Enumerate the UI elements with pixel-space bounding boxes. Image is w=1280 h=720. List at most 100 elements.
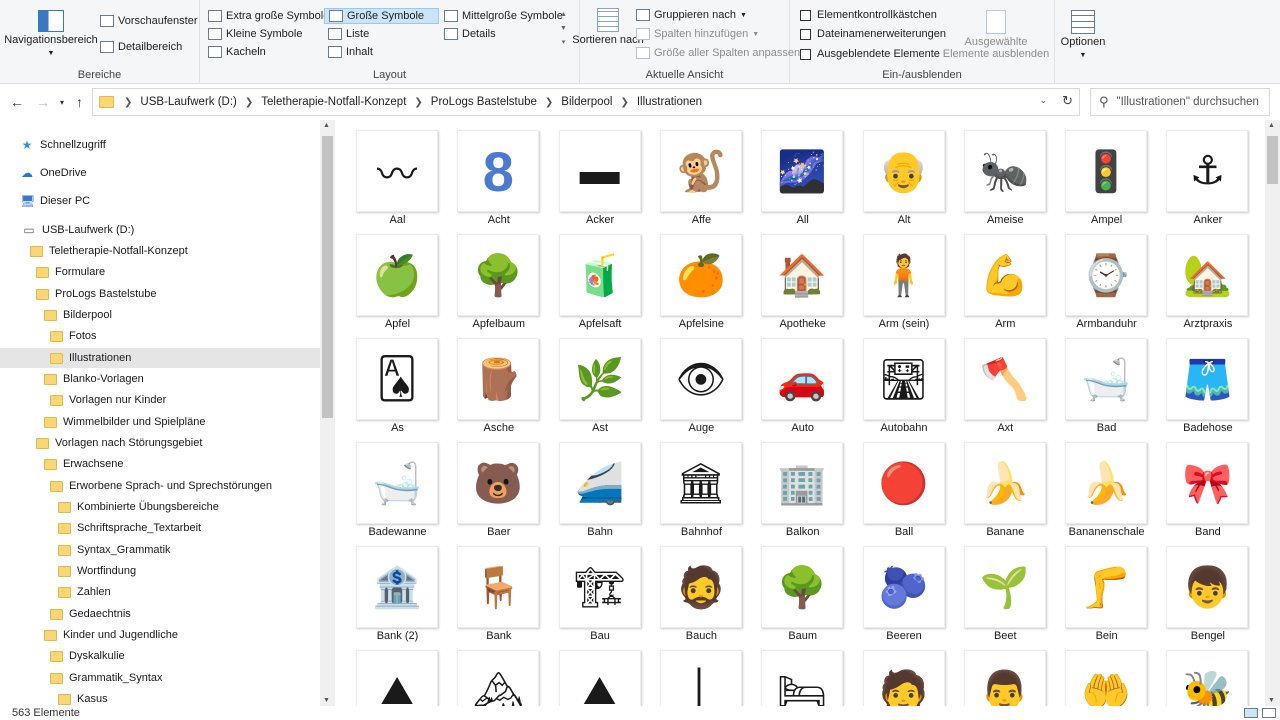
chevron-right-icon[interactable]: ❯ (616, 97, 632, 108)
sort-by-button[interactable]: Sortieren nach (572, 8, 644, 46)
tree-item[interactable]: Dyskalkulie (0, 646, 320, 666)
tree-item[interactable]: Teletherapie-Notfall-Konzept (0, 241, 320, 261)
tree-item[interactable]: Vorlagen nur Kinder (0, 390, 320, 410)
file-tile[interactable]: 🏗 Bau (539, 536, 641, 642)
file-tile[interactable]: 👁 Auge (640, 328, 742, 434)
file-tile[interactable]: 🧔 Bauch (640, 536, 742, 642)
breadcrumb-teletherapie[interactable]: Teletherapie-Notfall-Konzept (257, 96, 410, 108)
file-tile[interactable]: 🏔 (437, 640, 540, 706)
file-tile[interactable]: 👨 (944, 640, 1046, 706)
tree-item[interactable]: Syntax_Grammatik (0, 540, 320, 560)
tree-item[interactable]: ★ Schnellzugriff (0, 135, 320, 155)
file-tile[interactable]: 🛁 Badewanne (336, 432, 438, 538)
hide-selected-button[interactable]: Ausgewählte Elemente ausblenden (942, 10, 1050, 60)
file-tile[interactable]: 8 Acht (437, 120, 540, 226)
file-tile[interactable]: 🍌 Banane (944, 432, 1046, 538)
file-tile[interactable]: 🚄 Bahn (539, 432, 641, 538)
scrollbar-thumb[interactable] (1267, 136, 1278, 184)
file-tile[interactable]: 🦵 Bein (1045, 536, 1148, 642)
file-tile[interactable]: 🌱 Beet (944, 536, 1046, 642)
file-tile[interactable]: 🏢 Balkon (741, 432, 844, 538)
chevron-right-icon[interactable]: ❯ (541, 97, 557, 108)
file-tile[interactable]: 🪑 Bank (437, 536, 540, 642)
file-tile[interactable]: 🏡 Arztpraxis (1146, 224, 1249, 330)
tree-scrollbar[interactable]: ▲ ▼ (320, 120, 335, 706)
file-tile[interactable]: 🛣 Autobahn (843, 328, 945, 434)
file-tile[interactable]: 🧑 (843, 640, 945, 706)
up-icon[interactable]: ↑ (76, 94, 83, 110)
layout-details-button[interactable]: Details (444, 28, 496, 40)
tree-item[interactable]: Vorlagen nach Störungsgebiet (0, 433, 320, 453)
file-tile[interactable]: 🏦 Bank (2) (336, 536, 438, 642)
scroll-up-icon[interactable]: ▲ (1268, 122, 1275, 129)
file-tile[interactable]: 🎀 Band (1146, 432, 1249, 538)
back-icon[interactable]: ← (10, 94, 24, 110)
tree-item[interactable]: Bilderpool (0, 305, 320, 325)
file-tile[interactable]: ⛰ (336, 640, 438, 706)
scroll-down-icon[interactable]: ▼ (323, 697, 330, 704)
scroll-down-icon[interactable]: ▼ (1268, 697, 1275, 704)
scrollbar-thumb[interactable] (322, 136, 333, 418)
file-tile[interactable]: 👴 Alt (843, 120, 945, 226)
file-tile[interactable]: 🌳 Apfelbaum (437, 224, 540, 330)
tree-item[interactable]: ☁ OneDrive (0, 163, 320, 183)
address-box[interactable]: ❯ USB-Laufwerk (D:) ❯ Teletherapie-Notfa… (92, 88, 1080, 116)
file-tile[interactable]: ⌚ Armbanduhr (1045, 224, 1148, 330)
layout-medium-button[interactable]: Mittelgroße Symbole (444, 10, 563, 22)
tree-item[interactable]: 🖥 Dieser PC (0, 191, 320, 211)
large-icons-view-icon[interactable] (1262, 708, 1276, 718)
layout-large-button[interactable]: Große Symbole (324, 8, 439, 24)
file-tile[interactable]: 🍏 Apfel (336, 224, 438, 330)
recent-chevron-icon[interactable]: ▾ (60, 98, 64, 107)
refresh-icon[interactable]: ↻ (1062, 93, 1073, 109)
breadcrumb-illustrationen[interactable]: Illustrationen (633, 96, 706, 108)
file-tile[interactable]: 🌿 Ast (539, 328, 641, 434)
file-tile[interactable]: │ (640, 640, 742, 706)
file-tile[interactable]: 🏛 Bahnhof (640, 432, 742, 538)
file-tile[interactable]: 🌌 All (741, 120, 844, 226)
file-tile[interactable]: 🏠 Apotheke (741, 224, 844, 330)
tree-item[interactable]: Gedaechtnis (0, 604, 320, 624)
tree-item[interactable]: Wimmelbilder und Spielpläne (0, 412, 320, 432)
file-tile[interactable]: 🪓 Axt (944, 328, 1046, 434)
search-input[interactable]: ⚲ "Illustrationen" durchsuchen (1090, 88, 1270, 116)
tree-item[interactable]: Kinder und Jugendliche (0, 625, 320, 645)
breadcrumb-prologs[interactable]: ProLogs Bastelstube (427, 96, 541, 108)
file-tile[interactable]: 🩳 Badehose (1146, 328, 1249, 434)
hidden-items-toggle[interactable]: Ausgeblendete Elemente (800, 48, 940, 60)
file-tile[interactable]: 🚦 Ampel (1045, 120, 1148, 226)
file-tile[interactable]: 🧃 Apfelsaft (539, 224, 641, 330)
file-tile[interactable]: 🛏 (741, 640, 844, 706)
layout-list-button[interactable]: Liste (328, 28, 369, 40)
file-tile[interactable]: 🚗 Auto (741, 328, 844, 434)
file-tile[interactable]: 〰 Aal (336, 120, 438, 226)
file-tile[interactable]: 💪 Arm (944, 224, 1046, 330)
layout-tiles-button[interactable]: Kacheln (208, 46, 266, 58)
file-tile[interactable]: 🐝 (1146, 640, 1249, 706)
scroll-up-icon[interactable]: ▲ (323, 122, 330, 129)
tree-item[interactable]: ▭ USB-Laufwerk (D:) (0, 220, 320, 240)
tree-item[interactable]: ProLogs Bastelstube (0, 284, 320, 304)
tree-item[interactable]: Erworbene Sprach- und Sprechstörungen (0, 476, 320, 496)
tree-item[interactable]: Blanko-Vorlagen (0, 369, 320, 389)
chevron-down-icon[interactable]: ⌄ (1039, 95, 1047, 106)
details-view-icon[interactable] (1244, 708, 1258, 718)
tree-item[interactable]: Formulare (0, 262, 320, 282)
breadcrumb-drive[interactable]: USB-Laufwerk (D:) (136, 96, 241, 108)
file-tile[interactable]: 🤲 (1045, 640, 1148, 706)
tree-item[interactable]: Schriftsprache_Textarbeit (0, 518, 320, 538)
file-extensions-toggle[interactable]: Dateinamenerweiterungen (800, 28, 946, 40)
file-tile[interactable]: 🐻 Baer (437, 432, 540, 538)
chevron-right-icon[interactable]: ❯ (410, 97, 426, 108)
file-tile[interactable]: ⚓ Anker (1146, 120, 1249, 226)
file-tile[interactable]: 🂡 As (336, 328, 438, 434)
content-scrollbar[interactable]: ▲ ▼ (1265, 120, 1280, 706)
tree-item[interactable]: Kasus (0, 689, 320, 706)
tree-item[interactable]: Illustrationen (0, 348, 320, 368)
file-tile[interactable]: 🍊 Apfelsine (640, 224, 742, 330)
file-tile[interactable]: 🐒 Affe (640, 120, 742, 226)
file-tile[interactable]: 🪵 Asche (437, 328, 540, 434)
fit-columns-button[interactable]: Größe aller Spalten anpassen (636, 47, 800, 59)
file-tile[interactable]: 🧍 Arm (sein) (843, 224, 945, 330)
file-tile[interactable]: 👦 Bengel (1146, 536, 1249, 642)
